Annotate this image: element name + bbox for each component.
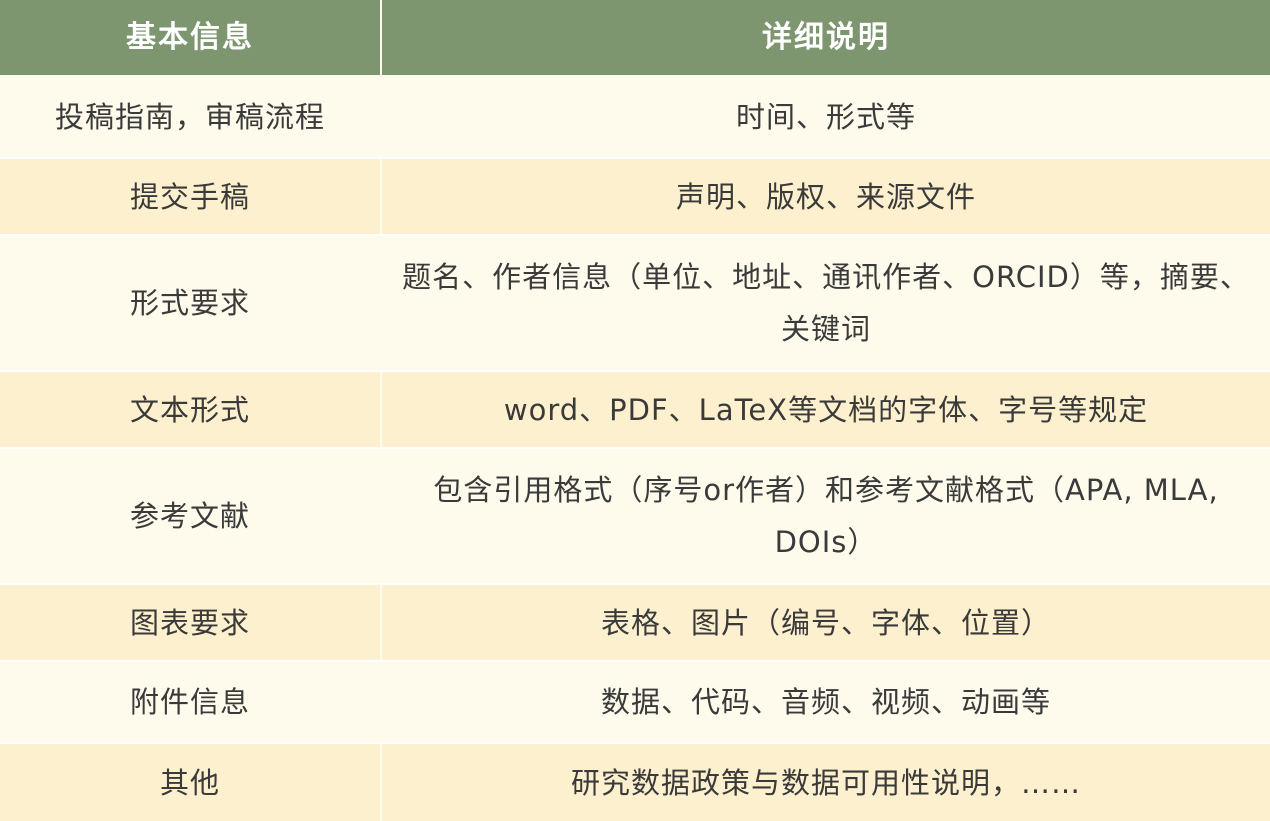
- row-label: 形式要求: [0, 236, 380, 370]
- row-label: 附件信息: [0, 662, 380, 742]
- table-row: 形式要求 题名、作者信息（单位、地址、通讯作者、ORCID）等，摘要、关键词: [0, 236, 1270, 370]
- row-detail: 表格、图片（编号、字体、位置）: [382, 585, 1270, 660]
- journal-submission-table: 基本信息 详细说明 投稿指南，审稿流程 时间、形式等 提交手稿 声明、版权、来源…: [0, 0, 1270, 821]
- row-detail: 声明、版权、来源文件: [382, 159, 1270, 234]
- table-row: 投稿指南，审稿流程 时间、形式等: [0, 77, 1270, 157]
- row-label: 文本形式: [0, 372, 380, 447]
- row-label: 其他: [0, 744, 380, 821]
- row-label: 提交手稿: [0, 159, 380, 234]
- row-detail: 时间、形式等: [382, 77, 1270, 157]
- row-detail: 题名、作者信息（单位、地址、通讯作者、ORCID）等，摘要、关键词: [382, 236, 1270, 370]
- table-header-row: 基本信息 详细说明: [0, 0, 1270, 75]
- row-detail: 数据、代码、音频、视频、动画等: [382, 662, 1270, 742]
- header-basic-info: 基本信息: [0, 0, 380, 75]
- table-row: 文本形式 word、PDF、LaTeX等文档的字体、字号等规定: [0, 372, 1270, 447]
- table-row: 图表要求 表格、图片（编号、字体、位置）: [0, 585, 1270, 660]
- row-label: 参考文献: [0, 449, 380, 583]
- row-detail: 研究数据政策与数据可用性说明，……: [382, 744, 1270, 821]
- table-row: 其他 研究数据政策与数据可用性说明，……: [0, 744, 1270, 821]
- row-detail: word、PDF、LaTeX等文档的字体、字号等规定: [382, 372, 1270, 447]
- row-label: 投稿指南，审稿流程: [0, 77, 380, 157]
- table-row: 参考文献 包含引用格式（序号or作者）和参考文献格式（APA, MLA, DOI…: [0, 449, 1270, 583]
- row-label: 图表要求: [0, 585, 380, 660]
- header-details: 详细说明: [382, 0, 1270, 75]
- table-row: 提交手稿 声明、版权、来源文件: [0, 159, 1270, 234]
- row-detail: 包含引用格式（序号or作者）和参考文献格式（APA, MLA, DOIs）: [382, 449, 1270, 583]
- table-row: 附件信息 数据、代码、音频、视频、动画等: [0, 662, 1270, 742]
